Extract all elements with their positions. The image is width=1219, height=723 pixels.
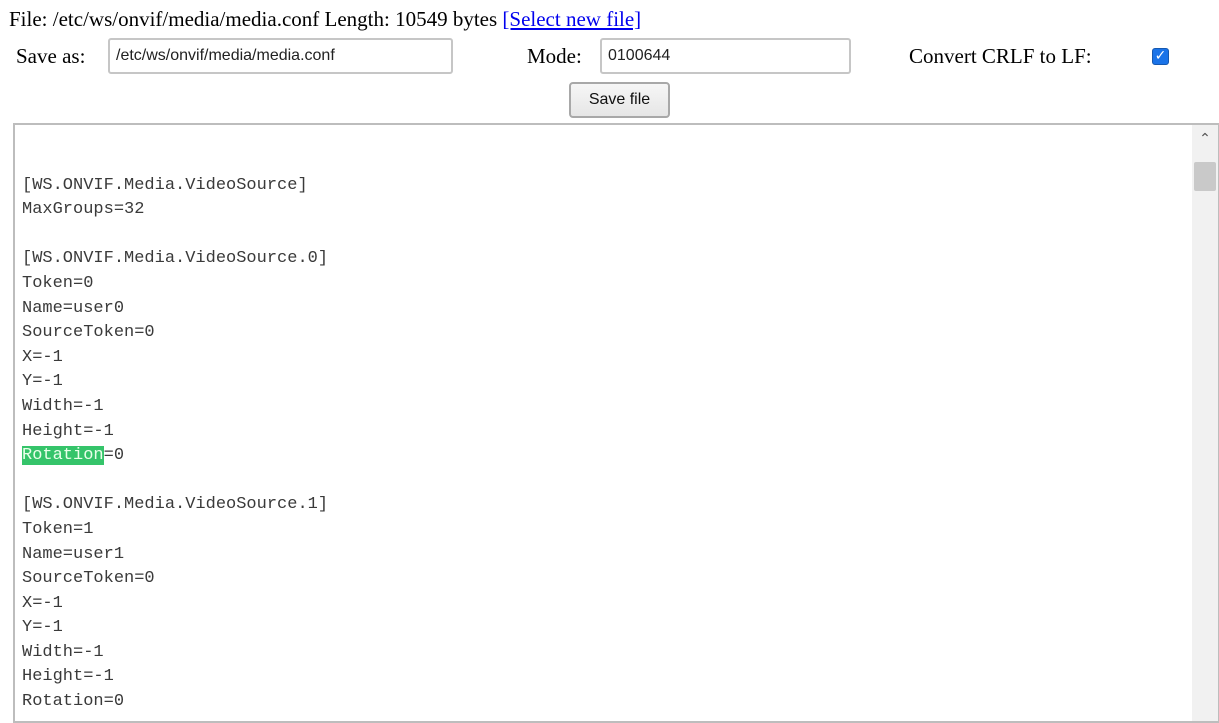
code-line: [WS.ONVIF.Media.VideoSource.1] [22, 495, 329, 515]
select-new-file-link[interactable]: [Select new file] [502, 7, 641, 31]
save-file-button[interactable]: Save file [569, 82, 670, 118]
mode-input[interactable]: 0100644 [600, 38, 851, 74]
code-line: Width=-1 [22, 396, 104, 416]
save-as-label: Save as: [16, 44, 86, 68]
code-line: Name=user0 [22, 298, 125, 318]
code-line: X=-1 [22, 347, 63, 367]
code-line: SourceToken=0 [22, 323, 155, 343]
code-line: Y=-1 [22, 618, 63, 638]
code-line: Token=1 [22, 519, 94, 539]
file-info-text: File: /etc/ws/onvif/media/media.conf Len… [9, 7, 498, 31]
search-highlight: Rotation [22, 446, 104, 466]
code-line: Y=-1 [22, 372, 63, 392]
code-line: Width=-1 [22, 642, 104, 662]
crlf-checkbox[interactable]: ✓ [1152, 48, 1169, 65]
code-line: SourceToken=0 [22, 569, 155, 589]
code-line: Token=0 [22, 273, 94, 293]
checkmark-icon: ✓ [1154, 48, 1167, 64]
mode-label: Mode: [527, 44, 582, 68]
file-info-line: File: /etc/ws/onvif/media/media.conf Len… [9, 7, 641, 32]
code-line: [WS.ONVIF.Media.VideoSource.0] [22, 249, 329, 269]
vertical-scrollbar[interactable]: ⌃ [1192, 125, 1218, 721]
file-content-textarea[interactable]: [WS.ONVIF.Media.VideoSource] MaxGroups=32… [13, 123, 1219, 723]
code-line: [WS.ONVIF.Media.VideoSource] [22, 175, 308, 195]
save-as-input[interactable]: /etc/ws/onvif/media/media.conf [108, 38, 453, 74]
chevron-up-icon[interactable]: ⌃ [1192, 131, 1218, 151]
code-line: Height=-1 [22, 421, 114, 441]
scrollbar-thumb[interactable] [1194, 162, 1216, 191]
code-line: Rotation=0 [22, 692, 125, 712]
code-line: Rotation=0 [22, 446, 125, 466]
code-line: Height=-1 [22, 667, 114, 687]
save-form: Save as: /etc/ws/onvif/media/media.conf … [0, 38, 1219, 76]
crlf-label: Convert CRLF to LF: [909, 44, 1092, 68]
file-content-text: [WS.ONVIF.Media.VideoSource] MaxGroups=32… [22, 149, 328, 715]
code-line: X=-1 [22, 593, 63, 613]
code-line: Name=user1 [22, 544, 125, 564]
code-line: MaxGroups=32 [22, 200, 145, 220]
